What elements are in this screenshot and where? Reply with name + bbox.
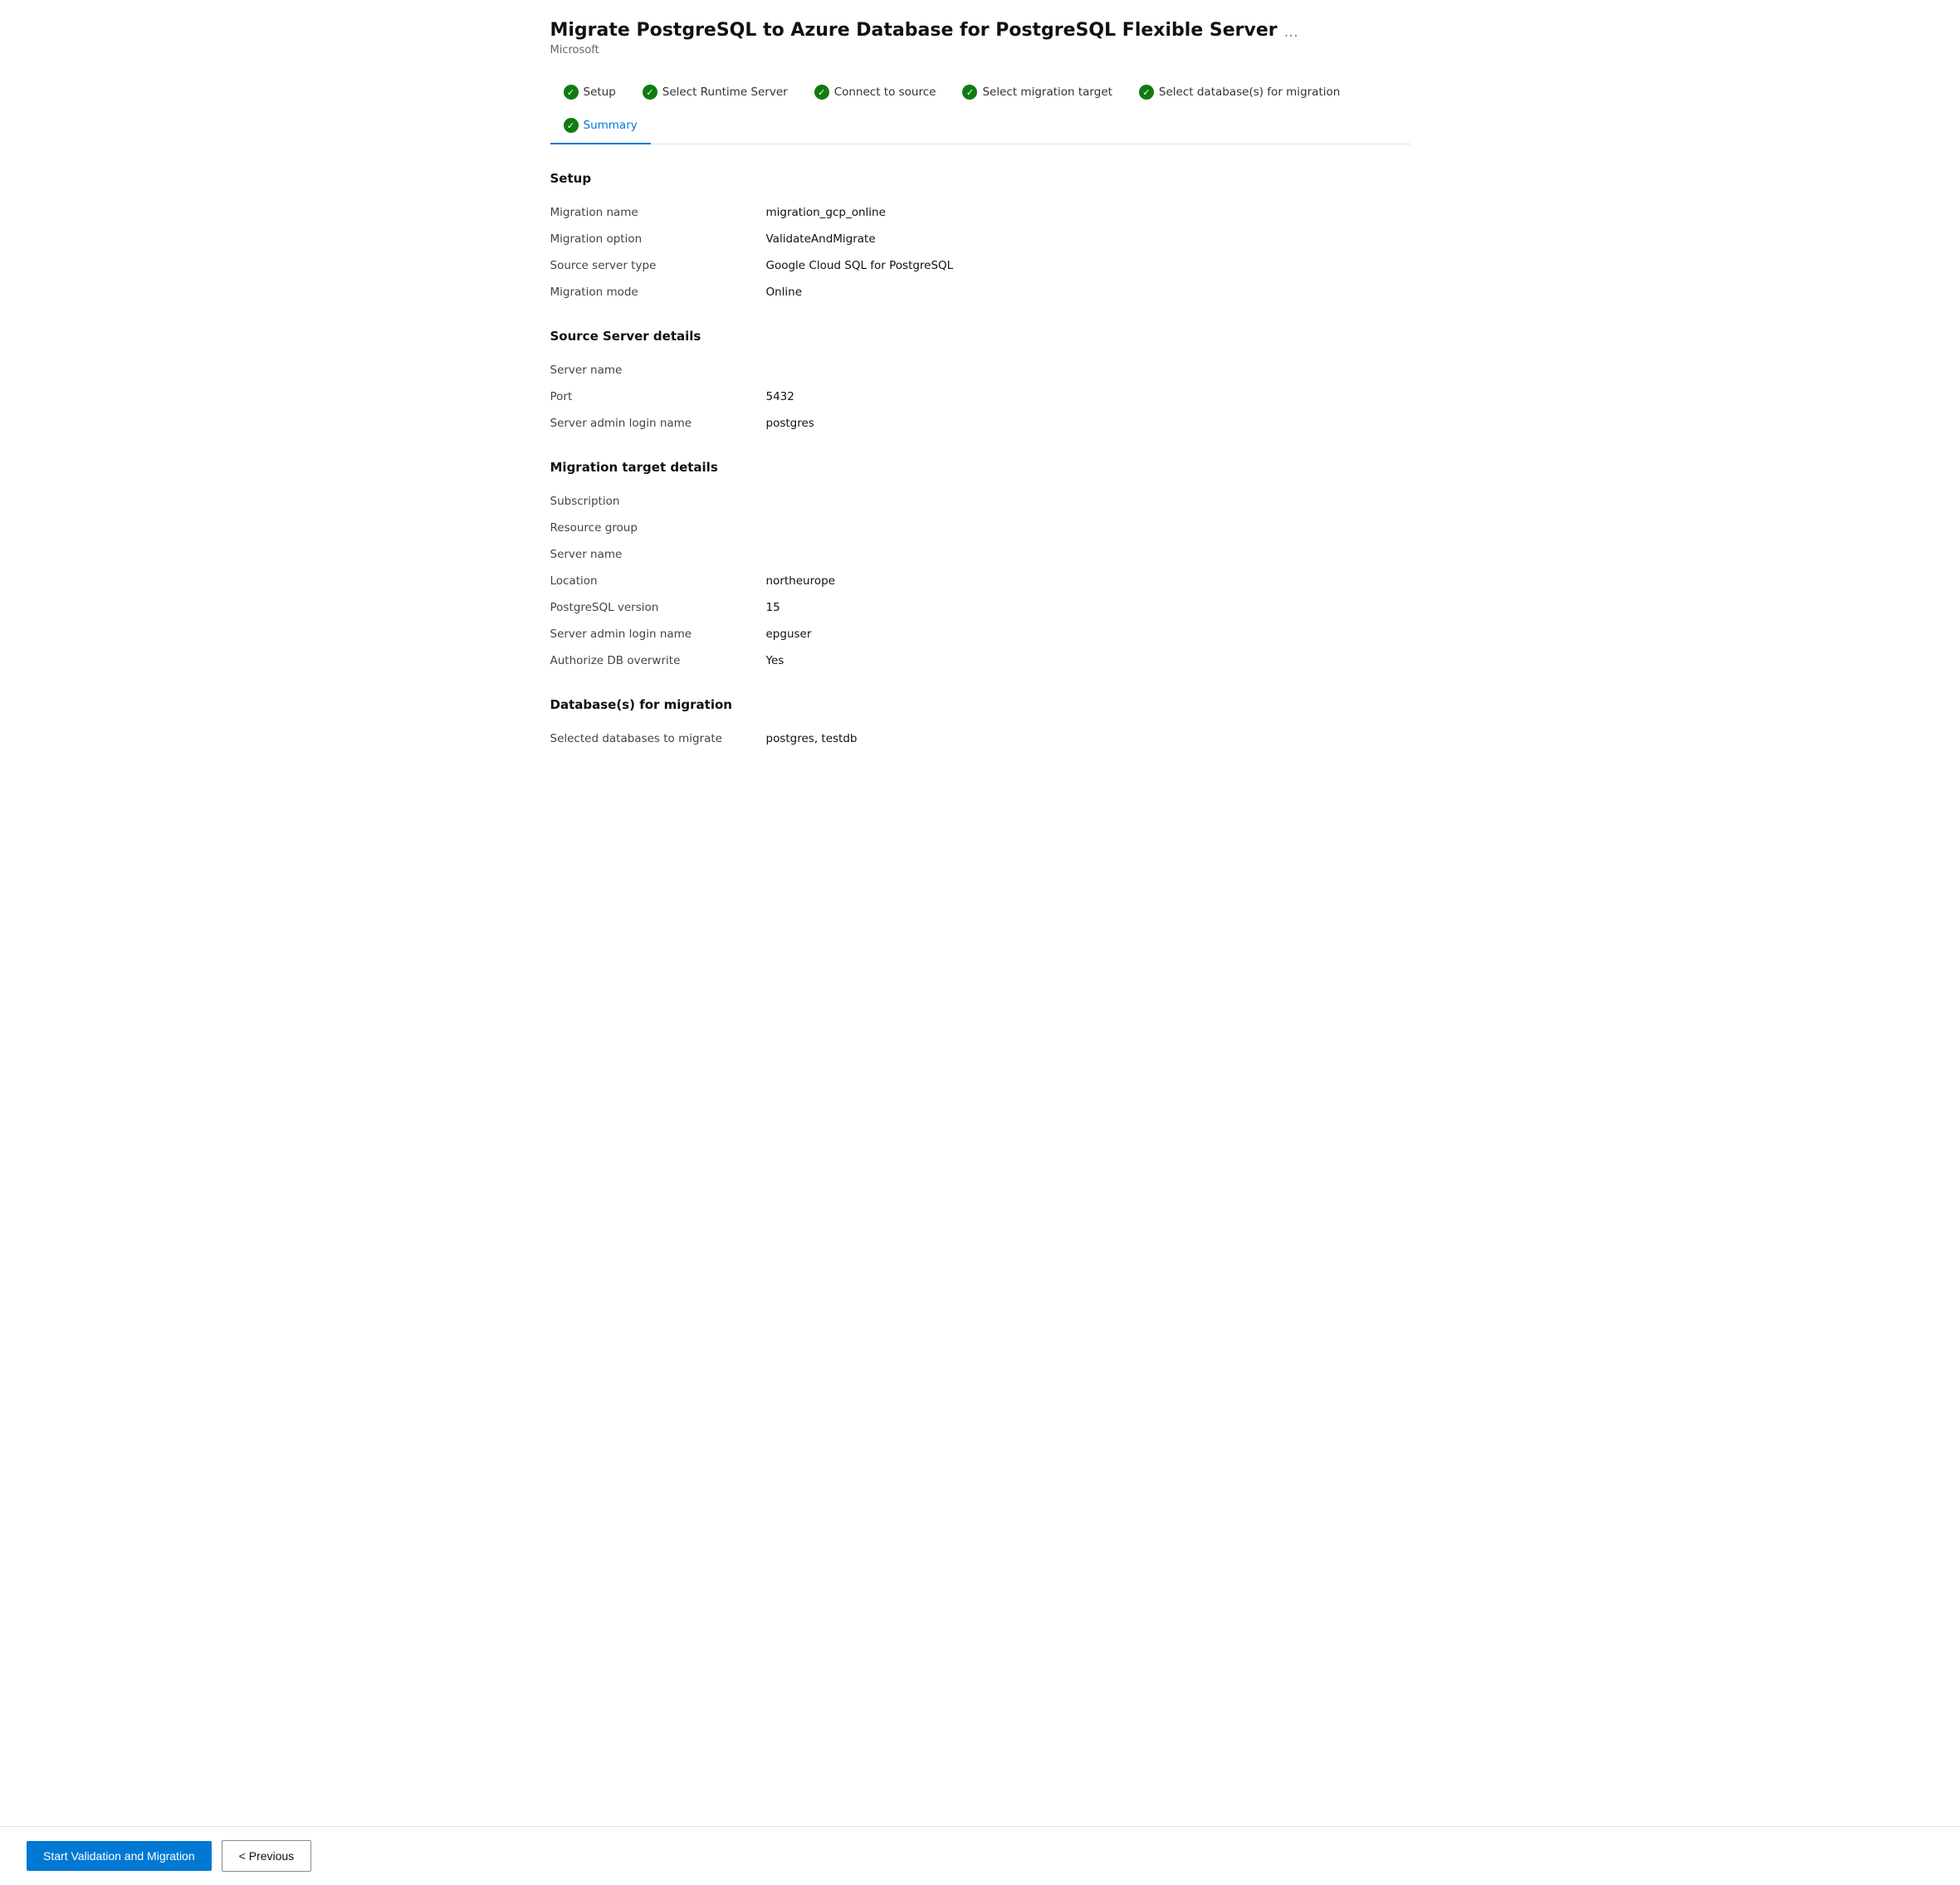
field-port: Port 5432	[550, 383, 1410, 410]
wizard-step-source[interactable]: Connect to source	[801, 76, 950, 110]
value-target-admin-login: epguser	[766, 628, 812, 641]
content-area: Setup Migration name migration_gcp_onlin…	[550, 171, 1410, 842]
label-selected-databases: Selected databases to migrate	[550, 732, 766, 745]
check-icon-summary	[564, 118, 579, 133]
check-icon-source	[814, 85, 829, 100]
label-target-admin-login: Server admin login name	[550, 628, 766, 641]
value-authorize-overwrite: Yes	[766, 654, 784, 667]
label-source-server-name: Server name	[550, 364, 766, 377]
field-authorize-overwrite: Authorize DB overwrite Yes	[550, 647, 1410, 674]
field-target-admin-login: Server admin login name epguser	[550, 621, 1410, 647]
value-source-admin-login: postgres	[766, 417, 814, 430]
wizard-step-source-label: Connect to source	[834, 85, 936, 99]
label-location: Location	[550, 574, 766, 588]
wizard-step-runtime-label: Select Runtime Server	[662, 85, 788, 99]
wizard-step-setup-label: Setup	[584, 85, 616, 99]
label-target-server-name: Server name	[550, 548, 766, 561]
label-port: Port	[550, 390, 766, 403]
label-source-admin-login: Server admin login name	[550, 417, 766, 430]
label-authorize-overwrite: Authorize DB overwrite	[550, 654, 766, 667]
value-migration-option: ValidateAndMigrate	[766, 232, 876, 246]
wizard-step-runtime[interactable]: Select Runtime Server	[629, 76, 801, 110]
field-migration-name: Migration name migration_gcp_online	[550, 199, 1410, 226]
wizard-nav: Setup Select Runtime Server Connect to s…	[550, 76, 1410, 144]
value-selected-databases: postgres, testdb	[766, 732, 858, 745]
field-source-server-type: Source server type Google Cloud SQL for …	[550, 252, 1410, 279]
start-validation-button[interactable]: Start Validation and Migration	[27, 1841, 212, 1871]
value-location: northeurope	[766, 574, 835, 588]
label-resource-group: Resource group	[550, 521, 766, 535]
label-pg-version: PostgreSQL version	[550, 601, 766, 614]
databases-section: Database(s) for migration Selected datab…	[550, 697, 1410, 752]
check-icon-runtime	[643, 85, 657, 100]
check-icon-databases	[1139, 85, 1154, 100]
wizard-step-databases-label: Select database(s) for migration	[1159, 85, 1340, 99]
bottom-bar: Start Validation and Migration < Previou…	[0, 1826, 1960, 1885]
label-subscription: Subscription	[550, 495, 766, 508]
wizard-step-target-label: Select migration target	[982, 85, 1112, 99]
field-source-admin-login: Server admin login name postgres	[550, 410, 1410, 437]
target-heading: Migration target details	[550, 460, 1410, 475]
check-icon-setup	[564, 85, 579, 100]
label-migration-name: Migration name	[550, 206, 766, 219]
source-heading: Source Server details	[550, 329, 1410, 344]
wizard-step-databases[interactable]: Select database(s) for migration	[1126, 76, 1353, 110]
wizard-step-summary-label: Summary	[584, 119, 638, 132]
value-migration-name: migration_gcp_online	[766, 206, 886, 219]
field-location: Location northeurope	[550, 568, 1410, 594]
previous-button[interactable]: < Previous	[222, 1840, 312, 1872]
value-pg-version: 15	[766, 601, 780, 614]
page-subtitle: Microsoft	[550, 44, 1410, 56]
field-migration-mode: Migration mode Online	[550, 279, 1410, 305]
field-source-server-name: Server name	[550, 357, 1410, 383]
wizard-step-summary[interactable]: Summary	[550, 110, 651, 144]
setup-heading: Setup	[550, 171, 1410, 186]
field-subscription: Subscription	[550, 488, 1410, 515]
target-section: Migration target details Subscription Re…	[550, 460, 1410, 674]
label-migration-mode: Migration mode	[550, 286, 766, 299]
field-selected-databases: Selected databases to migrate postgres, …	[550, 725, 1410, 752]
wizard-step-setup[interactable]: Setup	[550, 76, 629, 110]
more-options-icon[interactable]: ...	[1284, 23, 1298, 41]
databases-heading: Database(s) for migration	[550, 697, 1410, 712]
field-target-server-name: Server name	[550, 541, 1410, 568]
source-section: Source Server details Server name Port 5…	[550, 329, 1410, 437]
value-source-server-type: Google Cloud SQL for PostgreSQL	[766, 259, 954, 272]
page-title: Migrate PostgreSQL to Azure Database for…	[550, 20, 1278, 41]
field-pg-version: PostgreSQL version 15	[550, 594, 1410, 621]
setup-section: Setup Migration name migration_gcp_onlin…	[550, 171, 1410, 305]
field-resource-group: Resource group	[550, 515, 1410, 541]
check-icon-target	[962, 85, 977, 100]
value-migration-mode: Online	[766, 286, 803, 299]
value-port: 5432	[766, 390, 794, 403]
label-migration-option: Migration option	[550, 232, 766, 246]
wizard-step-target[interactable]: Select migration target	[949, 76, 1125, 110]
field-migration-option: Migration option ValidateAndMigrate	[550, 226, 1410, 252]
label-source-server-type: Source server type	[550, 259, 766, 272]
